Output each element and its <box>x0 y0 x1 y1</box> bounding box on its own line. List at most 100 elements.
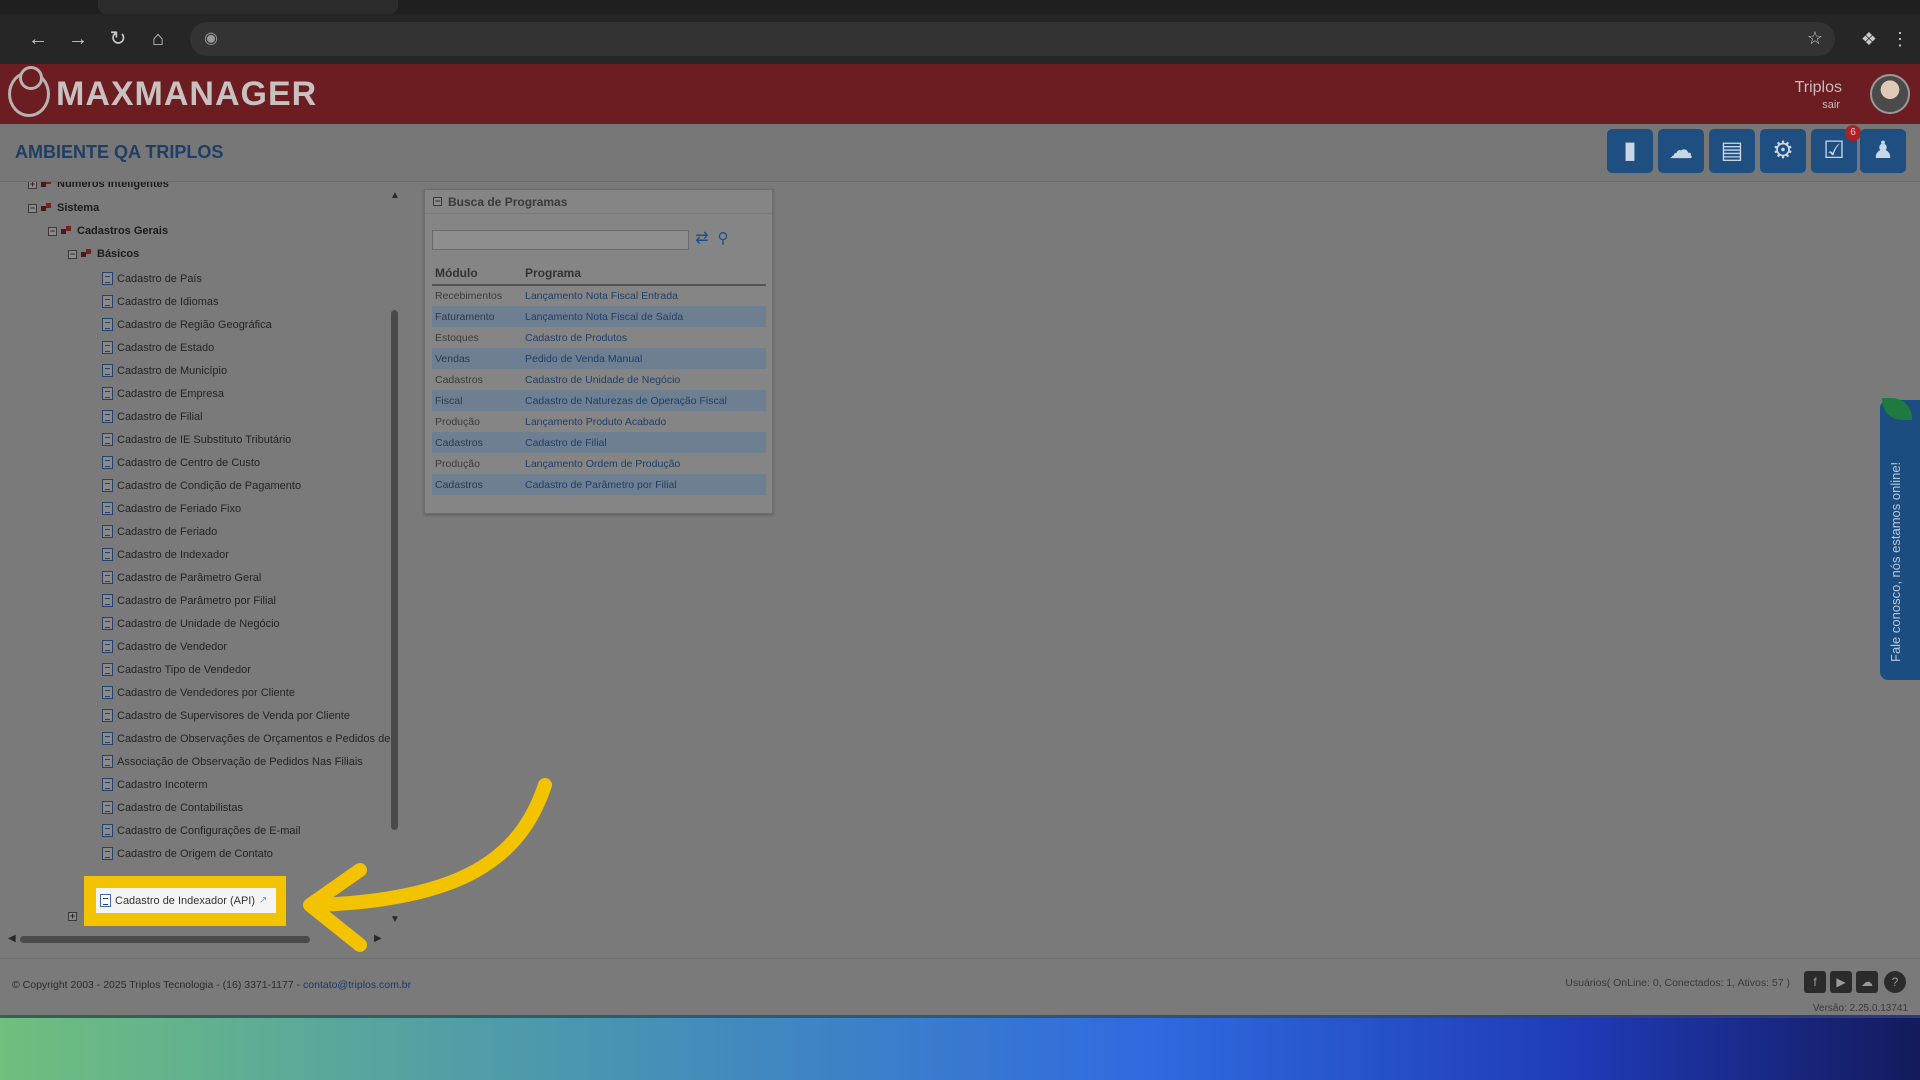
api-icon[interactable]: ☁ <box>1658 129 1704 173</box>
contact-email-link[interactable]: contato@triplos.com.br <box>303 979 411 991</box>
table-row[interactable]: Fiscal Cadastro de Naturezas de Operação … <box>432 390 766 411</box>
scroll-thumb[interactable] <box>391 310 398 830</box>
cell-programa-link[interactable]: Pedido de Venda Manual <box>522 348 766 369</box>
tree-item[interactable]: Cadastro de Centro de Custo <box>102 456 260 469</box>
facebook-icon[interactable]: f <box>1804 971 1826 993</box>
tree-item[interactable]: Cadastro de Vendedor <box>102 640 227 653</box>
tree-item[interactable]: Cadastro de Parâmetro Geral <box>102 571 261 584</box>
tree-item[interactable]: Cadastro Incoterm <box>102 778 207 791</box>
tree-item[interactable]: Cadastro de Contabilistas <box>102 801 243 814</box>
tree-folder-numeros[interactable]: + Números Inteligentes <box>28 182 169 190</box>
scroll-down-icon[interactable]: ▼ <box>390 914 400 925</box>
forward-icon[interactable]: → <box>66 27 90 51</box>
collapse-icon[interactable]: − <box>28 203 37 213</box>
avatar[interactable] <box>1870 74 1910 114</box>
collapse-icon[interactable]: − <box>68 249 77 259</box>
tree-item[interactable]: Cadastro de Supervisores de Venda por Cl… <box>102 709 350 722</box>
tree-item[interactable]: Cadastro de Unidade de Negócio <box>102 617 280 630</box>
bookmark-star-icon[interactable]: ☆ <box>1807 28 1823 49</box>
tree-item[interactable]: Cadastro de País <box>102 272 202 285</box>
document-icon <box>102 663 113 676</box>
support-agent-icon[interactable]: ♟ <box>1860 129 1906 173</box>
document-icon <box>102 640 113 653</box>
cell-programa-link[interactable]: Cadastro de Filial <box>522 432 766 453</box>
cell-programa-link[interactable]: Lançamento Produto Acabado <box>522 411 766 432</box>
address-bar[interactable]: ◉ ☆ <box>190 22 1835 56</box>
table-row[interactable]: Cadastros Cadastro de Filial <box>432 432 766 453</box>
table-row[interactable]: Vendas Pedido de Venda Manual <box>432 348 766 369</box>
tree-item[interactable]: Cadastro de Condição de Pagamento <box>102 479 301 492</box>
documents-icon[interactable]: ▤ <box>1709 129 1755 173</box>
collapse-icon[interactable]: − <box>48 226 57 236</box>
cell-programa-link[interactable]: Lançamento Nota Fiscal Entrada <box>522 285 766 306</box>
cell-programa-link[interactable]: Cadastro de Parâmetro por Filial <box>522 474 766 495</box>
tree-item[interactable]: Cadastro de Observações de Orçamentos e … <box>102 732 390 745</box>
document-icon <box>102 525 113 538</box>
tree-folder-sistema[interactable]: − Sistema <box>28 202 99 214</box>
tree-vertical-scrollbar[interactable]: ▲ ▼ <box>389 190 401 930</box>
tree-folder-basicos[interactable]: − Básicos <box>68 248 139 260</box>
tree-item[interactable]: Associação de Observação de Pedidos Nas … <box>102 755 363 768</box>
extensions-icon[interactable]: ❖ <box>1857 27 1881 51</box>
scroll-thumb[interactable] <box>20 936 310 943</box>
collapse-icon[interactable]: − <box>433 197 442 206</box>
tree-item-label: Associação de Observação de Pedidos Nas … <box>117 755 363 768</box>
logout-link[interactable]: sair <box>1822 99 1840 111</box>
tree-item[interactable]: Cadastro de Estado <box>102 341 214 354</box>
tree-item[interactable]: Cadastro de Empresa <box>102 387 224 400</box>
tree-item[interactable]: Cadastro de Feriado Fixo <box>102 502 241 515</box>
help-icon[interactable]: ? <box>1884 971 1906 993</box>
tree-item[interactable]: Cadastro de Idiomas <box>102 295 219 308</box>
cell-programa-link[interactable]: Cadastro de Produtos <box>522 327 766 348</box>
table-row[interactable]: Faturamento Lançamento Nota Fiscal de Saí… <box>432 306 766 327</box>
search-icon[interactable]: ⚲ <box>713 228 733 250</box>
external-link-icon[interactable]: ↗ <box>259 895 267 906</box>
expand-icon[interactable]: + <box>28 182 37 189</box>
tree-item[interactable]: Cadastro de Município <box>102 364 227 377</box>
tree-item[interactable]: Cadastro de Região Geográfica <box>102 318 272 331</box>
tree-item[interactable]: Cadastro de Indexador <box>102 548 229 561</box>
cell-programa-link[interactable]: Cadastro de Naturezas de Operação Fiscal <box>522 390 766 411</box>
table-row[interactable]: Produção Lançamento Ordem de Produção <box>432 453 766 474</box>
tree-horizontal-scrollbar[interactable]: ◀ ▶ <box>8 933 388 945</box>
scroll-up-icon[interactable]: ▲ <box>390 190 400 201</box>
cell-programa-link[interactable]: Cadastro de Unidade de Negócio <box>522 369 766 390</box>
refresh-icon[interactable]: ⇄ <box>693 228 711 250</box>
table-row[interactable]: Estoques Cadastro de Produtos <box>432 327 766 348</box>
tree-item[interactable]: Cadastro de Configurações de E-mail <box>102 824 300 837</box>
tree-folder-cadastros-gerais[interactable]: − Cadastros Gerais <box>48 225 168 237</box>
cell-programa-link[interactable]: Lançamento Ordem de Produção <box>522 453 766 474</box>
youtube-icon[interactable]: ▶ <box>1830 971 1852 993</box>
tree-item[interactable]: Cadastro de Origem de Contato <box>102 847 273 860</box>
scroll-right-icon[interactable]: ▶ <box>374 933 382 944</box>
scroll-left-icon[interactable]: ◀ <box>8 933 16 944</box>
tree-item[interactable]: Cadastro de IE Substituto Tributário <box>102 433 291 446</box>
tasks-icon[interactable]: ☑ 6 <box>1811 125 1861 173</box>
tree-item[interactable]: Cadastro de Vendedores por Cliente <box>102 686 295 699</box>
browser-tab[interactable] <box>98 0 398 14</box>
expand-icon[interactable]: + <box>68 912 77 921</box>
table-row[interactable]: Cadastros Cadastro de Parâmetro por Filia… <box>432 474 766 495</box>
tree-item[interactable]: Cadastro de Feriado <box>102 525 217 538</box>
cell-programa-link[interactable]: Lançamento Nota Fiscal de Saída <box>522 306 766 327</box>
table-row[interactable]: Cadastros Cadastro de Unidade de Negócio <box>432 369 766 390</box>
tree-item-label: Cadastro de Indexador (API) <box>115 894 256 907</box>
reports-icon[interactable]: ▮ <box>1607 129 1653 173</box>
home-icon[interactable]: ⌂ <box>146 27 170 51</box>
tree-item[interactable]: Cadastro de Filial <box>102 410 203 423</box>
settings-icon[interactable]: ⚙ <box>1760 129 1806 173</box>
table-row[interactable]: Recebimentos Lançamento Nota Fiscal Entra… <box>432 285 766 306</box>
logo[interactable]: MAXMANAGER <box>8 66 317 118</box>
menu-dots-icon[interactable]: ⋮ <box>1888 27 1912 51</box>
tree-item-highlighted[interactable]: Cadastro de Indexador (API) ↗ <box>96 888 276 913</box>
back-icon[interactable]: ← <box>26 27 50 51</box>
reload-icon[interactable]: ↻ <box>106 27 130 51</box>
tree-item[interactable]: Cadastro Tipo de Vendedor <box>102 663 251 676</box>
table-row[interactable]: Produção Lançamento Produto Acabado <box>432 411 766 432</box>
tree-item[interactable]: Cadastro de Parâmetro por Filial <box>102 594 276 607</box>
program-search-input[interactable] <box>432 230 689 250</box>
cloud-icon[interactable]: ☁ <box>1856 971 1878 993</box>
program-search-header[interactable]: − Busca de Programas <box>425 190 772 214</box>
chat-tab[interactable]: Fale conosco, nós estamos online! <box>1880 398 1920 680</box>
tree-folder-collapsed[interactable]: + <box>68 912 77 921</box>
